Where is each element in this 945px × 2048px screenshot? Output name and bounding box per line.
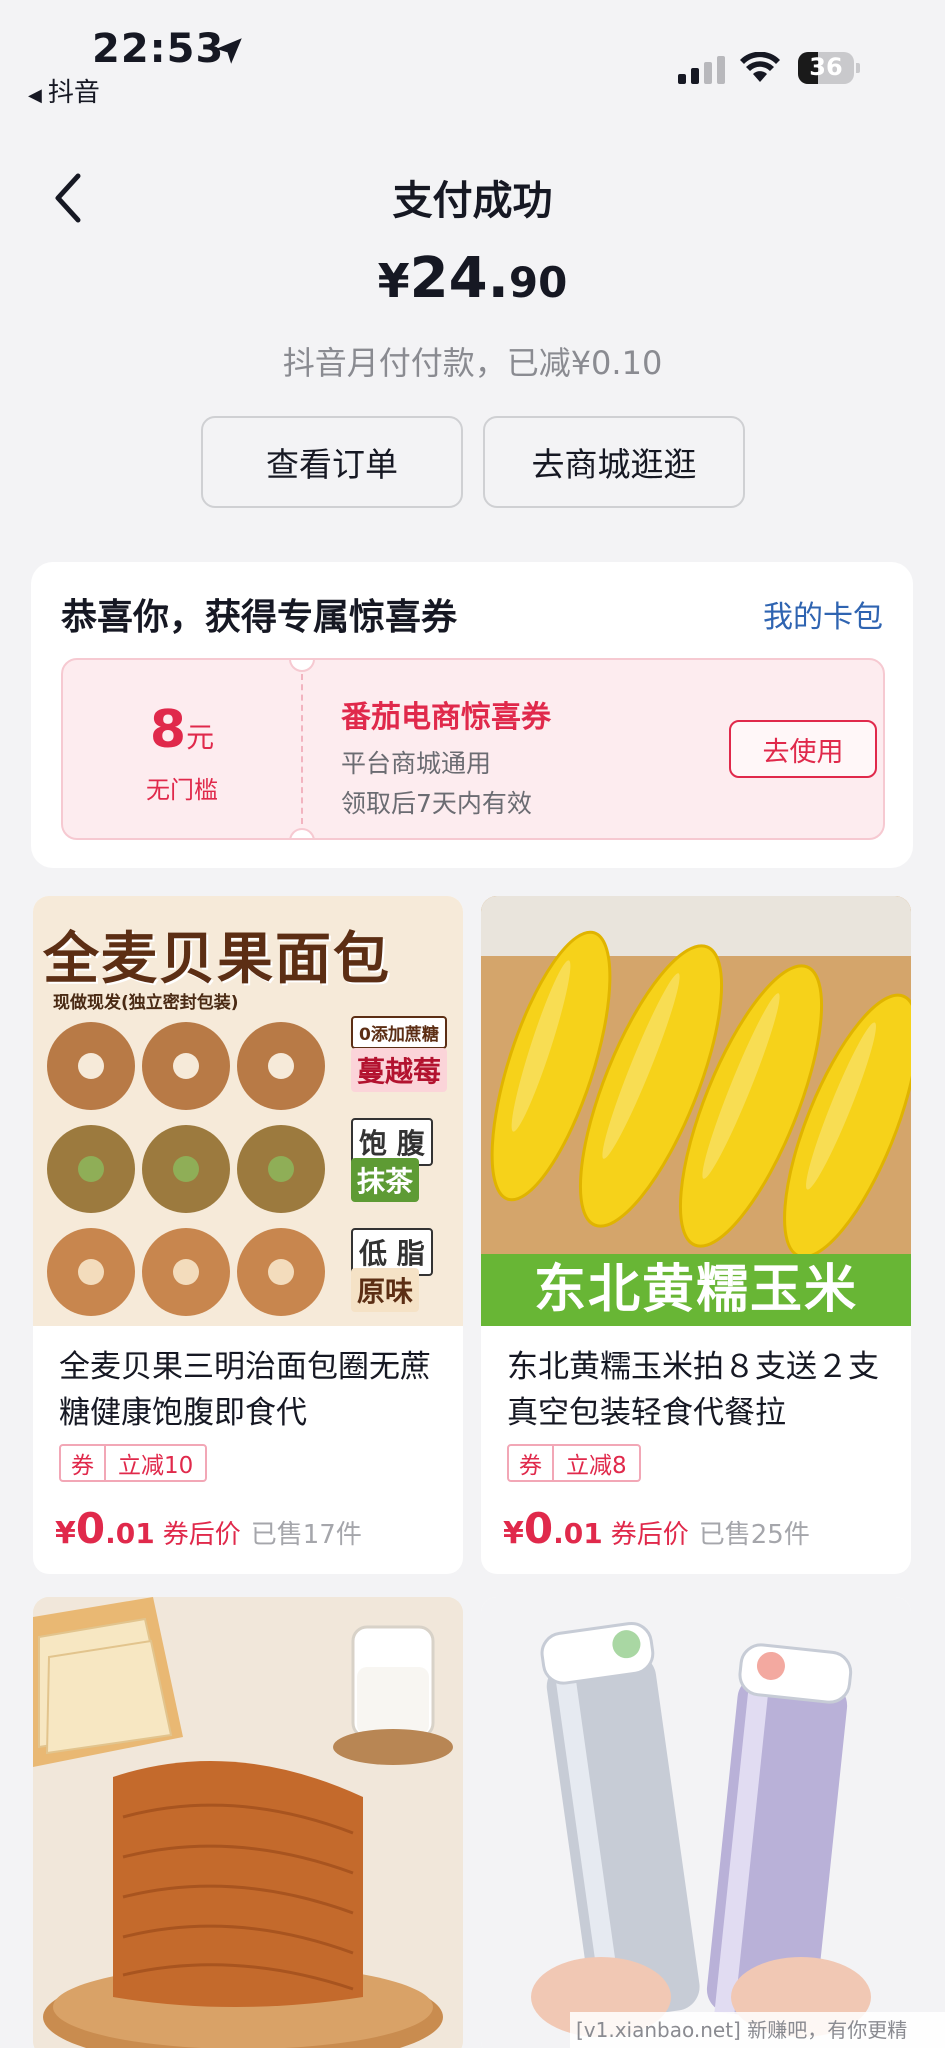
battery-icon: 36 [798, 52, 860, 84]
product-title[interactable]: 全麦贝果三明治面包圈无蔗糖健康饱腹即食代 [59, 1344, 449, 1436]
coupon-divider [301, 674, 303, 824]
price-row: ¥ 0 .01 券后价 已售25件 [503, 1504, 810, 1553]
coupon-card: 恭喜你，获得专属惊喜券 我的卡包 8元 无门槛 番茄电商惊喜券 平台商城通用 领… [31, 562, 913, 868]
coupon-name: 番茄电商惊喜券 [341, 700, 551, 735]
discount-amount: 立减8 [566, 1453, 627, 1479]
image-subtitle: 现做现发(独立密封包装) [53, 993, 239, 1013]
product-image[interactable] [481, 1597, 911, 2048]
surprise-coupon: 8元 无门槛 番茄电商惊喜券 平台商城通用 领取后7天内有效 去使用 [61, 658, 885, 840]
price-row: ¥ 0 .01 券后价 已售17件 [55, 1504, 362, 1553]
watermark: [v1.xianbao.net] 新赚吧，有你更精彩！ [570, 2012, 945, 2048]
amount-integer: 24. [409, 246, 509, 311]
image-label: 抹茶 [351, 1158, 420, 1202]
coupon-tag-label: 券 [61, 1446, 106, 1480]
price-integer: 0 [523, 1504, 554, 1553]
coupon-value: 8元 [149, 700, 215, 760]
view-order-button[interactable]: 查看订单 [201, 416, 463, 508]
coupon-heading: 恭喜你，获得专属惊喜券 [61, 597, 458, 638]
amount-decimal: 90 [508, 258, 568, 307]
cellular-signal-icon [678, 56, 725, 84]
page-title: 支付成功 [392, 178, 553, 224]
status-time: 22:53 [92, 26, 225, 72]
coupon-condition: 无门槛 [146, 776, 218, 804]
wifi-icon [740, 52, 780, 82]
bagels-illustration [47, 1022, 325, 1316]
image-banner: 东北黄糯玉米 [481, 1254, 911, 1326]
price-decimal: .01 [105, 1517, 155, 1550]
location-arrow-icon [216, 38, 242, 64]
product-image[interactable]: 东北黄糯玉米 [481, 896, 911, 1326]
coupon-tag-label: 券 [509, 1446, 554, 1480]
go-mall-button[interactable]: 去商城逛逛 [483, 416, 745, 508]
product-card[interactable]: 全麦贝果面包 现做现发(独立密封包装) 0添加蔗糖 蔓越莓 饱 腹 抹茶 低 脂… [33, 896, 463, 1574]
product-card[interactable]: 东北黄糯玉米 东北黄糯玉米拍８支送２支真空包装轻食代餐拉 券 立减8 ¥ 0 .… [481, 896, 911, 1574]
back-triangle-icon: ◀ [28, 85, 42, 106]
image-label: 原味 [351, 1268, 420, 1312]
coupon-value-block: 8元 无门槛 [63, 660, 301, 838]
sold-count: 已售17件 [250, 1520, 362, 1550]
coupon-validity: 领取后7天内有效 [341, 789, 532, 818]
price-label: 券后价 [610, 1520, 689, 1550]
discount-amount: 立减10 [118, 1453, 194, 1479]
price-decimal: .01 [553, 1517, 603, 1550]
coupon-scope: 平台商城通用 [341, 749, 492, 778]
my-wallet-link[interactable]: 我的卡包 [763, 592, 883, 636]
product-image[interactable]: 全麦贝果面包 现做现发(独立密封包装) 0添加蔗糖 蔓越莓 饱 腹 抹茶 低 脂… [33, 896, 463, 1326]
battery-level: 36 [809, 53, 843, 81]
discount-tag: 券 立减10 [59, 1444, 208, 1482]
corn-illustration [481, 896, 911, 1256]
back-app-label: 抖音 [47, 78, 100, 108]
payment-amount: ¥24.90 [0, 246, 945, 311]
payment-description: 抖音月付付款，已减¥0.10 [282, 344, 663, 382]
discount-tag: 券 立减8 [507, 1444, 641, 1482]
back-to-app-link[interactable]: ◀ 抖音 [28, 72, 100, 109]
image-label: 蔓越莓 [351, 1048, 448, 1092]
sold-count: 已售25件 [698, 1520, 810, 1550]
amount-currency: ¥ [377, 254, 410, 308]
toothpaste-illustration [481, 1597, 911, 2048]
price-currency: ¥ [503, 1516, 524, 1551]
image-title: 全麦贝果面包 [43, 927, 391, 992]
price-label: 券后价 [162, 1520, 241, 1550]
use-coupon-button[interactable]: 去使用 [729, 720, 877, 778]
toast-bread-illustration [33, 1597, 463, 2048]
product-title[interactable]: 东北黄糯玉米拍８支送２支真空包装轻食代餐拉 [507, 1344, 897, 1436]
product-image[interactable] [33, 1597, 463, 2048]
image-label: 0添加蔗糖 [351, 1016, 447, 1049]
product-card[interactable] [33, 1597, 463, 2048]
price-currency: ¥ [55, 1516, 76, 1551]
price-integer: 0 [75, 1504, 106, 1553]
product-card[interactable] [481, 1597, 911, 2048]
status-bar: 22:53 ◀ 抖音 36 [0, 0, 945, 110]
